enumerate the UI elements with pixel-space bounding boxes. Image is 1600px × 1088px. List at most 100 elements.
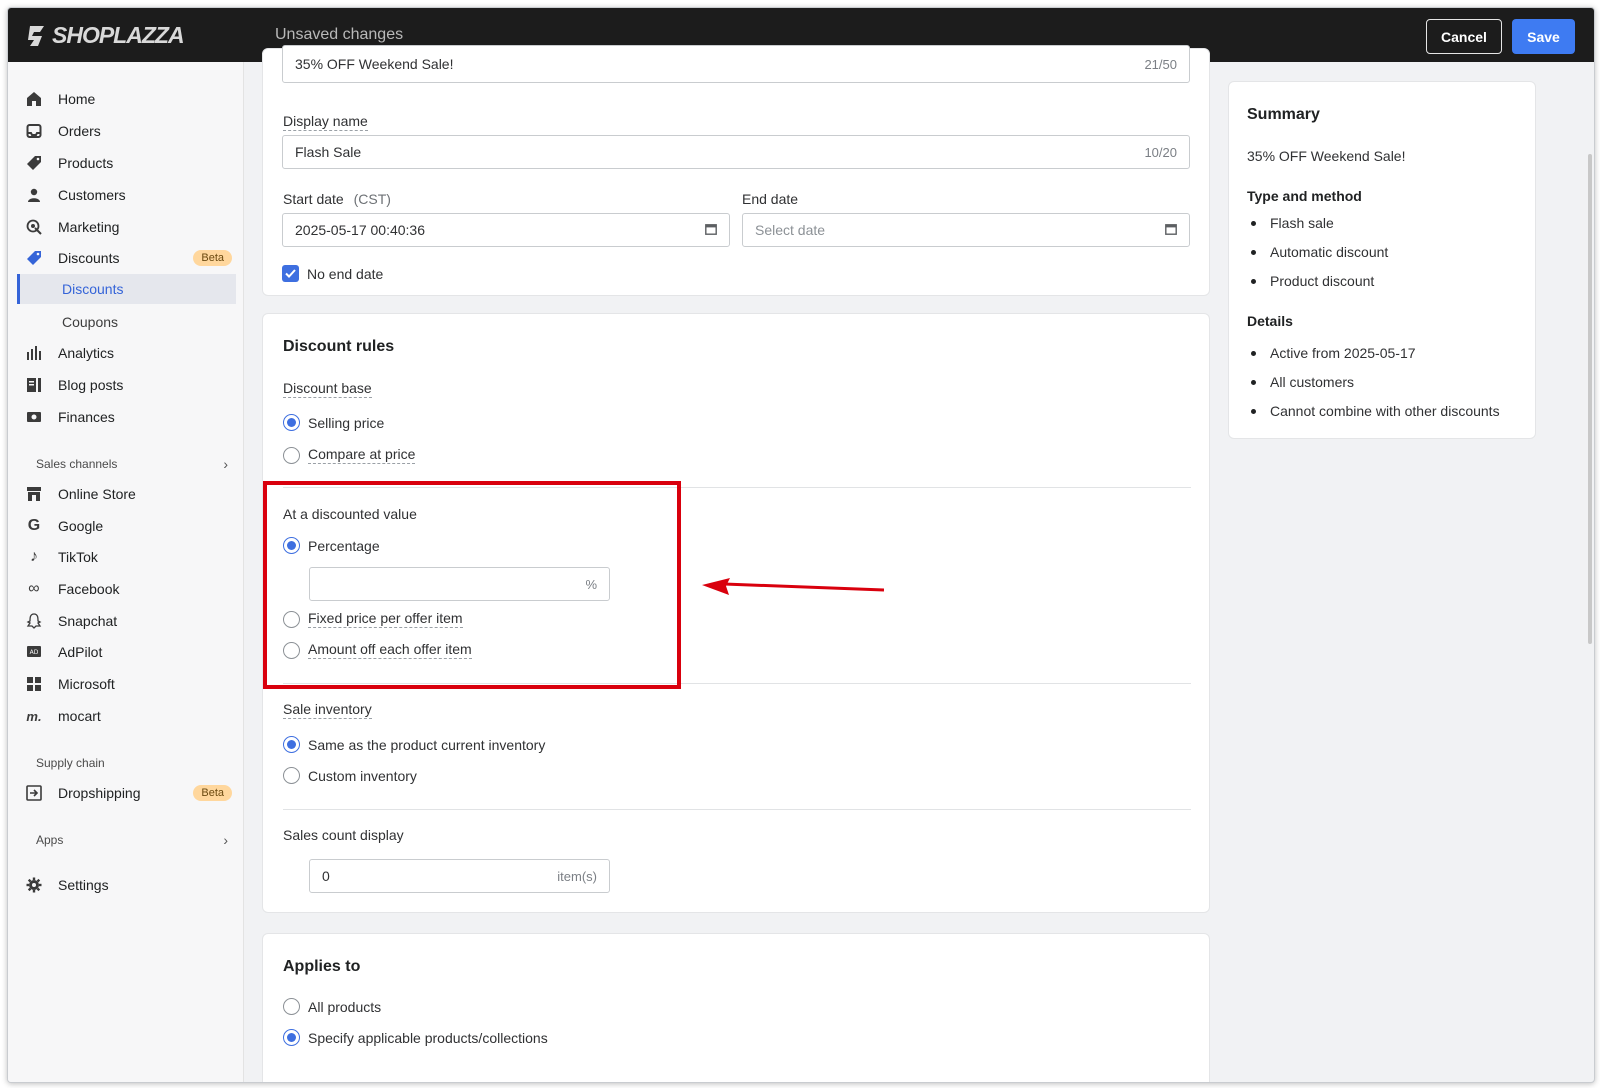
bar-chart-icon bbox=[26, 345, 42, 361]
sidebar-item-online-store[interactable]: Online Store bbox=[17, 479, 236, 509]
checkbox-checked-icon bbox=[282, 265, 299, 282]
supply-chain-label: Supply chain bbox=[36, 756, 105, 770]
radio-label: Selling price bbox=[308, 414, 385, 431]
sidebar-item-label: Finances bbox=[58, 409, 115, 425]
radio-label: Compare at price bbox=[308, 446, 416, 464]
sidebar-item-tiktok[interactable]: ♪ TikTok bbox=[17, 542, 236, 572]
unsaved-changes-label: Unsaved changes bbox=[275, 26, 404, 43]
sales-count-value: 0 bbox=[322, 868, 330, 884]
sidebar-item-dropshipping[interactable]: Dropshipping Beta bbox=[17, 778, 236, 808]
sidebar-subitem-coupons[interactable]: Coupons bbox=[17, 307, 236, 337]
sidebar-item-home[interactable]: Home bbox=[17, 84, 236, 114]
sidebar-item-customers[interactable]: Customers bbox=[17, 180, 236, 210]
no-end-date-checkbox[interactable]: No end date bbox=[282, 265, 383, 282]
sidebar-item-label: Settings bbox=[58, 877, 109, 893]
title-input[interactable]: 35% OFF Weekend Sale! 21/50 bbox=[282, 45, 1190, 83]
microsoft-icon bbox=[26, 676, 42, 692]
blog-icon bbox=[26, 377, 42, 393]
calendar-icon[interactable] bbox=[1165, 223, 1177, 238]
summary-list-item: Cannot combine with other discounts bbox=[1251, 403, 1500, 419]
tag-icon bbox=[26, 155, 42, 171]
logo-text: SHOPLAZZA bbox=[52, 22, 185, 48]
sidebar-item-marketing[interactable]: Marketing bbox=[17, 212, 236, 242]
summary-discount-name: 35% OFF Weekend Sale! bbox=[1247, 148, 1406, 164]
radio-selected-icon bbox=[283, 736, 300, 753]
sidebar-item-adpilot[interactable]: AD AdPilot bbox=[17, 637, 236, 667]
sidebar-item-settings[interactable]: Settings bbox=[17, 870, 236, 900]
end-date-input[interactable]: Select date bbox=[742, 213, 1190, 247]
shoplazza-logo[interactable]: SHOPLAZZA bbox=[26, 22, 185, 49]
applies-to-card: Applies to All products Specify applicab… bbox=[262, 933, 1210, 1082]
sidebar-item-finances[interactable]: Finances bbox=[17, 402, 236, 432]
sidebar-item-blog-posts[interactable]: Blog posts bbox=[17, 370, 236, 400]
page-scrollbar[interactable] bbox=[1588, 154, 1592, 644]
radio-label: Same as the product current inventory bbox=[308, 736, 546, 753]
sidebar-item-label: Discounts bbox=[58, 250, 120, 266]
radio-selected-icon bbox=[283, 414, 300, 431]
discount-base-label: Discount base bbox=[283, 380, 372, 398]
sidebar-item-analytics[interactable]: Analytics bbox=[17, 338, 236, 368]
radio-compare-at-price[interactable]: Compare at price bbox=[283, 446, 416, 464]
store-icon bbox=[26, 486, 42, 502]
radio-same-inventory[interactable]: Same as the product current inventory bbox=[283, 736, 545, 753]
radio-selected-icon bbox=[283, 1029, 300, 1046]
timezone-label: (CST) bbox=[353, 191, 391, 207]
supply-chain-section: Supply chain bbox=[36, 756, 228, 770]
sidebar-item-label: Analytics bbox=[58, 345, 115, 361]
radio-label: All products bbox=[308, 998, 382, 1015]
sidebar-item-label: AdPilot bbox=[58, 644, 103, 660]
start-date-input[interactable]: 2025-05-17 00:40:36 bbox=[282, 213, 730, 247]
sales-count-suffix: item(s) bbox=[557, 868, 597, 884]
home-icon bbox=[26, 91, 42, 107]
sales-channels-section[interactable]: Sales channels › bbox=[36, 456, 228, 472]
save-button[interactable]: Save bbox=[1512, 19, 1575, 54]
sidebar-item-orders[interactable]: Orders bbox=[17, 116, 236, 146]
target-icon bbox=[26, 219, 42, 235]
type-method-heading: Type and method bbox=[1247, 188, 1362, 204]
adpilot-icon: AD bbox=[26, 644, 42, 660]
sales-count-input[interactable]: 0 item(s) bbox=[309, 859, 610, 893]
details-heading: Details bbox=[1247, 313, 1293, 329]
apps-section[interactable]: Apps › bbox=[36, 832, 228, 848]
chevron-right-icon: › bbox=[223, 832, 228, 848]
sidebar-item-label: Blog posts bbox=[58, 377, 124, 393]
finances-icon bbox=[26, 409, 42, 425]
radio-unselected-icon bbox=[283, 446, 300, 464]
sidebar-item-products[interactable]: Products bbox=[17, 148, 236, 178]
app-window: SHOPLAZZA Unsaved changes Cancel Save Ho… bbox=[7, 7, 1595, 1083]
start-date-label: Start date bbox=[283, 191, 344, 207]
summary-title: Summary bbox=[1247, 106, 1320, 123]
start-date-label-row: Start date (CST) bbox=[283, 191, 391, 207]
sidebar-item-label: Marketing bbox=[58, 219, 120, 235]
radio-selling-price[interactable]: Selling price bbox=[283, 414, 384, 431]
summary-list-item: All customers bbox=[1251, 374, 1354, 390]
display-name-input[interactable]: Flash Sale 10/20 bbox=[282, 135, 1190, 169]
sidebar-item-snapchat[interactable]: Snapchat bbox=[17, 606, 236, 636]
title-char-count: 21/50 bbox=[1144, 56, 1177, 72]
summary-list-item: Product discount bbox=[1251, 273, 1374, 289]
sidebar-item-label: Products bbox=[58, 155, 114, 171]
sidebar-item-label: Orders bbox=[58, 123, 101, 139]
radio-custom-inventory[interactable]: Custom inventory bbox=[283, 767, 417, 784]
sales-count-label: Sales count display bbox=[283, 827, 404, 843]
sidebar-item-facebook[interactable]: ∞ Facebook bbox=[17, 574, 236, 604]
annotation-arrow-icon bbox=[702, 578, 884, 595]
sidebar-item-microsoft[interactable]: Microsoft bbox=[17, 669, 236, 699]
sidebar-item-discounts[interactable]: Discounts Beta bbox=[17, 243, 236, 273]
sidebar-item-label: Customers bbox=[58, 187, 126, 203]
sidebar-subitem-discounts[interactable]: Discounts bbox=[17, 274, 236, 304]
display-name-char-count: 10/20 bbox=[1144, 144, 1177, 160]
sales-channels-label: Sales channels bbox=[36, 457, 118, 471]
gear-icon bbox=[26, 877, 42, 893]
radio-all-products[interactable]: All products bbox=[283, 998, 381, 1015]
dropshipping-icon bbox=[26, 785, 42, 801]
sidebar-item-mocart[interactable]: m. mocart bbox=[17, 701, 236, 731]
sidebar-item-label: Dropshipping bbox=[58, 785, 141, 801]
radio-specify-products[interactable]: Specify applicable products/collections bbox=[283, 1029, 548, 1046]
calendar-icon[interactable] bbox=[705, 223, 717, 238]
summary-card: Summary 35% OFF Weekend Sale! Type and m… bbox=[1228, 81, 1536, 439]
sidebar-item-google[interactable]: G Google bbox=[17, 511, 236, 541]
chevron-right-icon: › bbox=[223, 456, 228, 472]
cancel-button[interactable]: Cancel bbox=[1426, 19, 1502, 54]
divider bbox=[283, 809, 1191, 810]
